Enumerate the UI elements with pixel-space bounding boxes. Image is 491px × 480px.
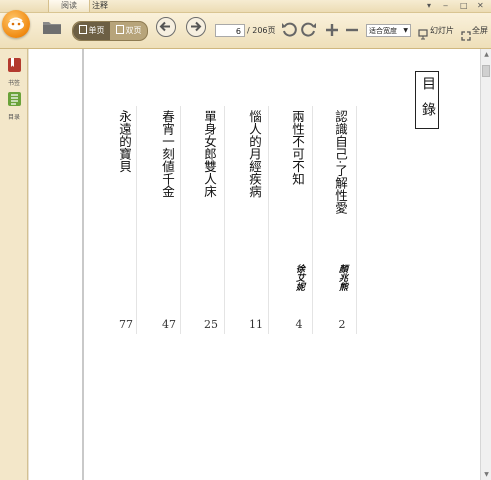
column-rule	[224, 106, 225, 334]
toc-entry-title[interactable]: 春宵一刻値千金	[160, 110, 177, 198]
restore-button[interactable]: □	[460, 0, 468, 11]
sidebar-item-bookmarks[interactable]: 书签	[3, 57, 25, 87]
arrow-left-icon	[159, 21, 170, 32]
minimize-button[interactable]: ‒	[443, 0, 448, 11]
menu-dropdown-icon[interactable]: ▾	[427, 0, 431, 11]
bookmark-icon	[7, 58, 21, 72]
previous-page-button[interactable]	[156, 17, 176, 37]
title-bar: 阅读 注释 ▾ ‒ □ ✕	[0, 0, 491, 13]
total-pages-label: / 206页	[247, 26, 276, 35]
fullscreen-label[interactable]: 全屏	[472, 24, 488, 37]
page-number-input[interactable]: 6	[215, 24, 245, 37]
page-spine-line	[82, 49, 84, 480]
column-rule	[312, 106, 313, 334]
column-rule	[268, 106, 269, 334]
scrollbar-thumb[interactable]	[482, 65, 490, 77]
sidebar-item-toc[interactable]: 目录	[3, 91, 25, 121]
scroll-down-icon[interactable]: ▼	[481, 469, 491, 480]
zoom-in-icon[interactable]	[325, 22, 339, 41]
rotate-left-icon[interactable]	[281, 21, 297, 41]
double-page-button[interactable]: 双页	[110, 22, 147, 40]
column-rule	[180, 106, 181, 334]
zoom-mode-select[interactable]: 适合宽度 ▼	[366, 24, 411, 37]
toc-entry-page: 25	[204, 318, 218, 331]
toc-title: 目錄	[415, 71, 439, 129]
vertical-scrollbar[interactable]: ▲ ▼	[480, 49, 491, 480]
toc-entry-title[interactable]: 認識自己·了解性愛	[333, 110, 350, 214]
fullscreen-icon[interactable]	[461, 26, 471, 45]
single-page-button[interactable]: 单页	[73, 22, 110, 40]
slideshow-icon[interactable]	[418, 25, 428, 44]
close-button[interactable]: ✕	[477, 0, 484, 11]
rotate-right-icon[interactable]	[301, 21, 317, 41]
left-sidebar: 书签 目录	[0, 49, 28, 480]
toc-entry-title[interactable]: 單身女郎雙人床	[202, 110, 219, 198]
column-rule	[356, 106, 357, 334]
toc-icon	[7, 92, 21, 106]
toc-entry-title[interactable]: 永遠的寶貝	[117, 110, 134, 173]
toc-entry-page: 2	[338, 318, 346, 331]
toc-entry-page: 77	[119, 318, 133, 331]
arrow-right-icon	[191, 21, 202, 32]
tab-notes[interactable]: 注释	[80, 0, 120, 12]
zoom-out-icon[interactable]	[345, 22, 359, 41]
view-mode-toggle: 单页 双页	[72, 21, 148, 41]
open-folder-icon[interactable]	[42, 19, 62, 39]
toc-entry-page: 11	[249, 318, 263, 331]
column-rule	[136, 106, 137, 334]
double-page-icon	[115, 25, 124, 34]
toc-entry-author: 徐艾妮	[294, 264, 304, 291]
toc-entry-title[interactable]: 惱人的月經疾病	[247, 110, 264, 198]
toc-entry-author: 顏兆熊	[337, 264, 347, 291]
next-page-button[interactable]	[186, 17, 206, 37]
scroll-up-icon[interactable]: ▲	[481, 49, 491, 60]
chevron-down-icon: ▼	[403, 27, 408, 34]
app-logo-icon[interactable]	[2, 10, 30, 38]
toc-entry-page: 4	[295, 318, 303, 331]
slideshow-label[interactable]: 幻灯片	[430, 24, 454, 37]
single-page-icon	[78, 25, 87, 34]
toc-entry-title[interactable]: 兩性不可不知	[290, 110, 307, 185]
toc-entry-page: 47	[162, 318, 176, 331]
